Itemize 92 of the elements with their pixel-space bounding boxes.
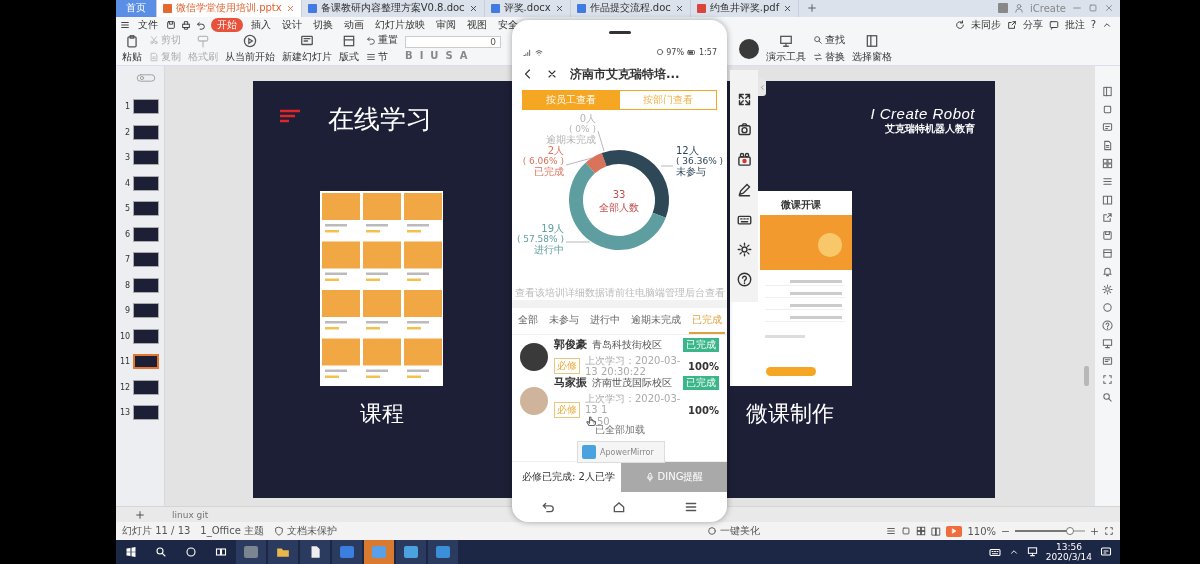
status-badge: 已完成 (683, 337, 719, 352)
total-count: 33 (612, 189, 626, 200)
slide-number: 3 (123, 153, 130, 162)
slide-number: 13 (120, 408, 130, 417)
menu-tab[interactable]: 插入 (248, 17, 274, 32)
slide-title: 在线学习 (328, 102, 432, 136)
menu-tab[interactable]: 视图 (464, 17, 490, 32)
last-study-time: 上次学习：2020-03-13 1 (585, 393, 682, 415)
menu-tab[interactable]: 动画 (341, 17, 367, 32)
slice-status: 未参与 (676, 166, 706, 177)
progress-value: 100% (688, 404, 719, 416)
ribbon-button[interactable]: 查找 (813, 33, 845, 48)
app-screen-title: 微课开课 (780, 197, 822, 212)
slice-count: 19人 (541, 223, 564, 234)
menu-action[interactable]: 批注 (1064, 17, 1085, 32)
slice-percent: ( 6.06% ) (522, 156, 564, 166)
filter-tab[interactable]: 逾期未完成 (627, 308, 684, 334)
zoom-value[interactable]: 110% (967, 525, 996, 537)
slice-percent: ( 0% ) (568, 124, 596, 134)
ribbon-button[interactable]: 新建幻灯片 (282, 33, 332, 64)
slide-number: 9 (123, 306, 130, 315)
document-tab[interactable]: 微信学堂使用培训.pptx (157, 0, 302, 17)
ribbon-button[interactable]: 重置 (366, 33, 398, 48)
ribbon-button[interactable]: 粘贴 (122, 33, 142, 64)
slide-number: 12 (120, 382, 130, 392)
logo-subtitle: 艾克瑞特机器人教育 (885, 121, 975, 136)
slice-percent: ( 36.36% ) (676, 156, 724, 166)
slice-percent: ( 57.58% ) (516, 234, 564, 244)
slice-count: 12人 (676, 145, 699, 156)
last-study-time: 上次学习：2020-03-13 20:30:22 (585, 355, 682, 377)
filter-tab[interactable]: 进行中 (586, 308, 623, 334)
page-title: 济南市艾克瑞特培... (570, 65, 680, 83)
ribbon-button[interactable]: 演示工具 (766, 33, 806, 64)
document-tab[interactable]: 作品提交流程.doc (570, 0, 691, 17)
protection-status[interactable]: 文档未保护 (287, 524, 338, 538)
slide-number: 2 (123, 127, 130, 137)
slide-number: 8 (123, 280, 130, 290)
slide-number: 11 (120, 357, 130, 366)
menu-tab[interactable]: 开始 (211, 17, 243, 32)
help-button[interactable]: ? (1090, 19, 1096, 31)
menu-tab[interactable]: 切换 (310, 17, 336, 32)
slice-status: 逾期未完成 (546, 134, 596, 145)
slide-number: 4 (123, 178, 130, 188)
learner-name: 郭俊豪 (554, 337, 587, 352)
ribbon-button[interactable]: 从当前开始 (225, 33, 275, 64)
loaded-text: 已全部加载 (593, 424, 646, 437)
slice-status: 进行中 (534, 244, 564, 255)
progress-value: 100% (688, 360, 719, 372)
total-label: 全部人数 (599, 202, 639, 213)
slide-counter: 幻灯片 11 / 13 (122, 524, 191, 538)
document-tab[interactable]: 约鱼井评奖.pdf (690, 0, 800, 17)
slice-count: 2人 (547, 145, 564, 156)
ribbon-button[interactable]: 替换 (813, 50, 845, 65)
theme-name: 1_Office 主题 (200, 524, 265, 538)
font-size-field[interactable]: 0 (405, 36, 501, 49)
slice-status: 已完成 (534, 166, 564, 177)
filter-tab[interactable]: 未参与 (545, 308, 582, 334)
beautify-button[interactable]: 一键美化 (720, 524, 761, 538)
ribbon-button[interactable]: 版式 (339, 33, 359, 64)
clock-date: 2020/3/14 (1045, 552, 1092, 562)
ribbon-button[interactable]: 选择窗格 (852, 33, 892, 64)
campus-name: 青岛科技街校区 (592, 337, 662, 352)
ribbon-button[interactable]: 节 (366, 50, 398, 65)
slide-number: 1 (123, 102, 130, 111)
battery-level: 97% (666, 47, 685, 57)
menu-action[interactable]: 分享 (1022, 17, 1043, 32)
tag: 必修 (554, 402, 580, 418)
logo-text: I Create Robot (870, 104, 975, 122)
toast-text: ApowerMirror (600, 447, 654, 457)
file-menu[interactable]: 文件 (135, 17, 161, 32)
slide-caption: 课程 (360, 399, 404, 428)
menu-tab[interactable]: 幻灯片放映 (372, 17, 428, 32)
status-badge: 已完成 (683, 375, 719, 390)
slide-number: 5 (123, 204, 130, 213)
slide-caption: 微课制作 (746, 399, 834, 428)
slide-number: 7 (123, 255, 130, 264)
campus-name: 济南世茂国际校区 (592, 375, 672, 390)
document-tab[interactable]: 备课教研内容整理方案V0.8.doc (301, 0, 485, 17)
tag: 必修 (554, 358, 580, 374)
learner-name: 马家振 (554, 375, 587, 390)
menu-tab[interactable]: 审阅 (433, 17, 459, 32)
menu-action[interactable]: 未同步 (970, 17, 1001, 32)
menu-tab[interactable]: 设计 (279, 17, 305, 32)
slide-notes[interactable]: linux git (164, 509, 209, 520)
slide-number: 6 (123, 229, 130, 239)
summary-text: 必修已完成: 2人已学 (521, 470, 616, 484)
document-tab[interactable]: 评奖.docx (484, 0, 571, 17)
slide-number: 10 (120, 331, 130, 341)
slice-count: 0人 (579, 114, 596, 124)
phone-time: 1:57 (699, 47, 717, 57)
clock-time: 13:56 (1055, 542, 1082, 552)
filter-tab[interactable]: 全部 (514, 308, 541, 334)
